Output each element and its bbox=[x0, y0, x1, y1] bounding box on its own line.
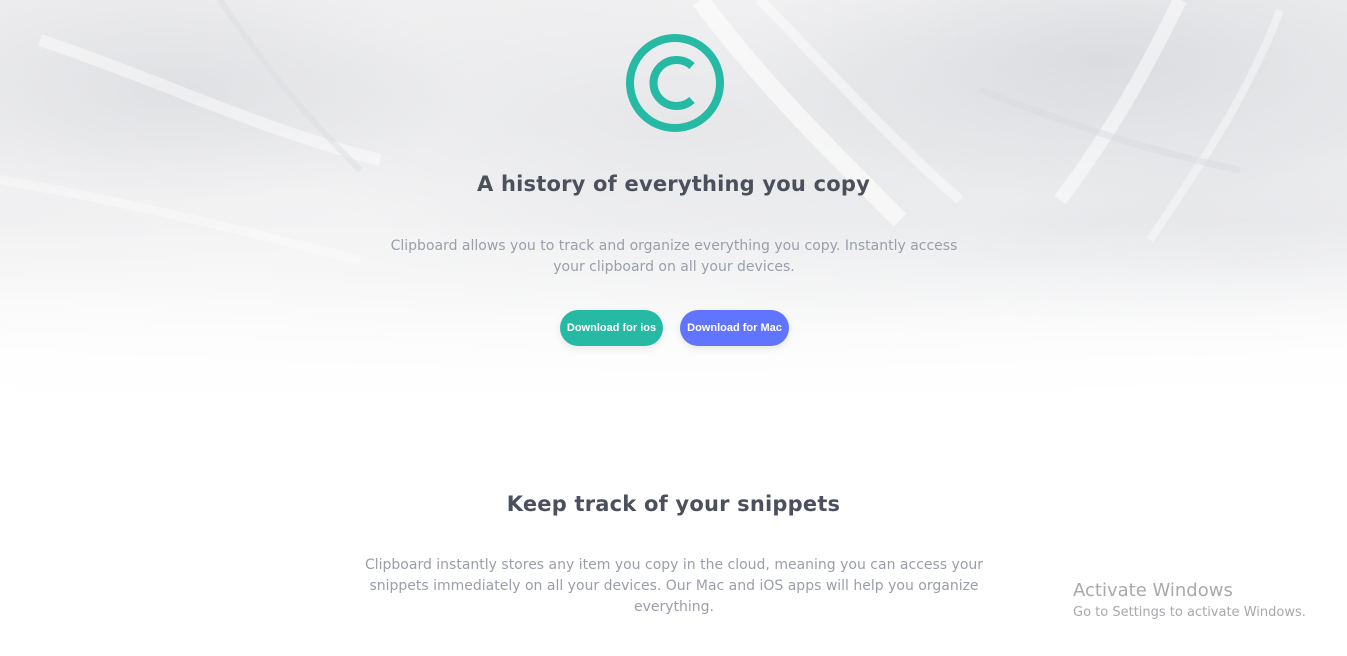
hero-title: A history of everything you copy bbox=[477, 172, 870, 196]
watermark-subtitle: Go to Settings to activate Windows. bbox=[1073, 605, 1306, 620]
download-ios-button[interactable]: Download for ios bbox=[560, 310, 663, 346]
snippets-description: Clipboard instantly stores any item you … bbox=[364, 557, 984, 615]
snippets-title: Keep track of your snippets bbox=[506, 492, 841, 516]
copyright-logo-icon bbox=[626, 34, 724, 132]
download-mac-button[interactable]: Download for Mac bbox=[680, 310, 789, 346]
landing-page: A history of everything you copy Clipboa… bbox=[0, 0, 1347, 656]
hero-description: Clipboard allows you to track and organi… bbox=[390, 238, 958, 275]
activate-windows-watermark: Activate Windows Go to Settings to activ… bbox=[1073, 579, 1306, 623]
watermark-title: Activate Windows bbox=[1073, 580, 1233, 601]
